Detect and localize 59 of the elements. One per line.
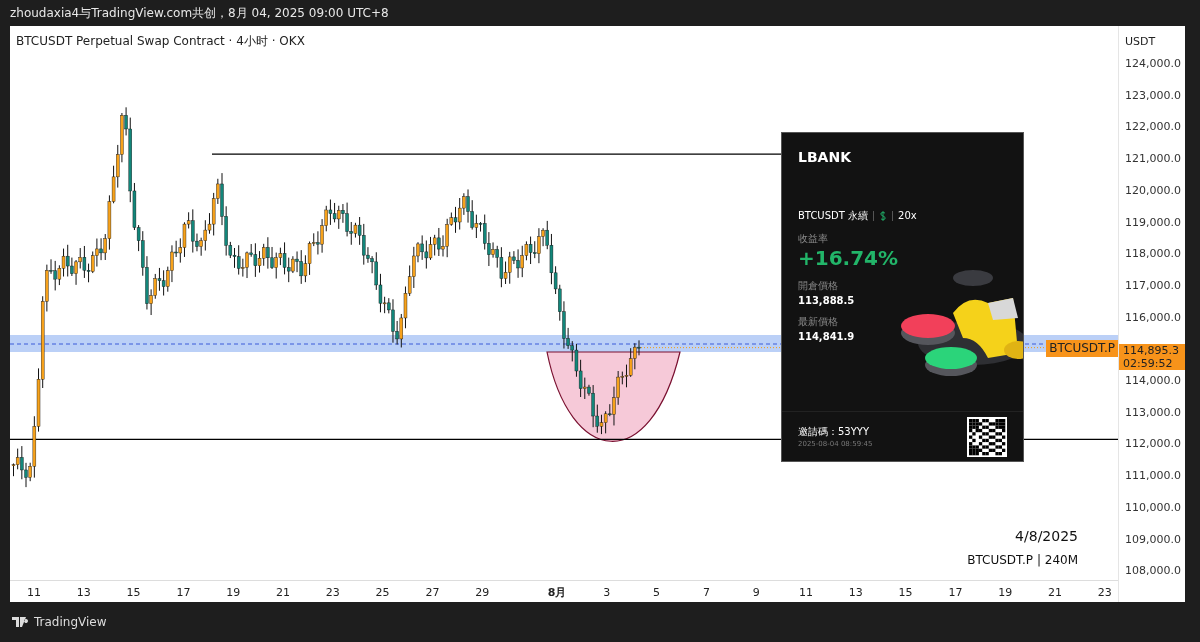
time-axis-label: 19 (226, 585, 241, 601)
time-axis-label: 13 (848, 585, 863, 601)
last-price-label: 最新價格 (798, 315, 839, 329)
price-axis-label: 118,000.0 (1125, 247, 1181, 261)
price-axis-label: 116,000.0 (1125, 310, 1181, 324)
date-note: 4/8/2025 (1015, 527, 1078, 546)
chart-title: BTCUSDT Perpetual Swap Contract · 4小时 · OKX (16, 33, 305, 50)
time-axis-label: 11 (799, 585, 813, 601)
time-axis-label: 25 (375, 585, 390, 601)
time-axis-label: 13 (76, 585, 91, 601)
price-unit: USDT (1125, 34, 1156, 50)
time-axis-label: 11 (27, 585, 41, 601)
price-axis-label: 112,000.0 (1125, 437, 1181, 451)
time-axis-label: 23 (1097, 585, 1112, 601)
leverage-label: 20x (898, 209, 917, 223)
time-axis-label: 5 (653, 585, 661, 601)
footer-brand: TradingView (34, 614, 107, 631)
time-axis-label: 23 (325, 585, 340, 601)
time-axis-label: 7 (702, 585, 710, 601)
qr-code-icon (967, 416, 1007, 457)
price-axis-label: 121,000.0 (1125, 152, 1181, 166)
time-axis-label: 9 (752, 585, 760, 601)
return-value: +16.74% (798, 246, 900, 270)
time-axis-label: 21 (276, 585, 290, 601)
time-axis-label: 3 (603, 585, 611, 601)
price-axis-label: 122,000.0 (1125, 120, 1181, 134)
brand-logo: LBANK (798, 148, 852, 167)
countdown: 02:59:52 (1123, 356, 1174, 370)
price-axis-label: 113,000.0 (1125, 405, 1181, 419)
time-axis-label: 15 (126, 585, 141, 601)
last-price-value: 114,841.9 (798, 330, 856, 344)
brand-logo-icon (12, 617, 30, 627)
open-price-label: 開倉價格 (798, 279, 839, 293)
time-axis-label: 27 (425, 585, 440, 601)
symbol-note: BTCUSDT.P | 240M (967, 552, 1078, 569)
price-axis-label: 123,000.0 (1125, 88, 1181, 102)
price-axis-label: 110,000.0 (1125, 500, 1181, 514)
dollar-icon (879, 210, 888, 221)
price-axis-label: 109,000.0 (1125, 532, 1181, 546)
time-axis-label: 19 (998, 585, 1013, 601)
time-axis-label: 17 (948, 585, 963, 601)
last-price: 114,895.3 (1123, 343, 1180, 357)
return-label: 收益率 (798, 232, 829, 246)
window-title: zhoudaxia4与TradingView.com共创，8月 04, 2025 09:00 UTC+8 (10, 5, 389, 22)
time-axis-label: 21 (1048, 585, 1062, 601)
price-axis-label: 108,000.0 (1125, 564, 1181, 578)
price-axis-label: 120,000.0 (1125, 183, 1181, 197)
invite-code: 邀請碼：53YYY (798, 424, 871, 439)
price-axis-label: 117,000.0 (1125, 278, 1181, 292)
pair-label: BTCUSDT 永續 (798, 209, 869, 223)
open-price-value: 113,888.5 (798, 294, 856, 308)
time-axis-label: 8月 (547, 585, 567, 601)
time-axis-label: 17 (176, 585, 191, 601)
price-axis-label: 119,000.0 (1125, 215, 1181, 229)
time-axis-label: 15 (898, 585, 913, 601)
price-axis-label: 111,000.0 (1125, 469, 1181, 483)
price-axis-label: 114,000.0 (1125, 374, 1181, 387)
time-axis-label: 29 (475, 585, 490, 601)
price-axis-label: 124,000.0 (1125, 57, 1181, 70)
